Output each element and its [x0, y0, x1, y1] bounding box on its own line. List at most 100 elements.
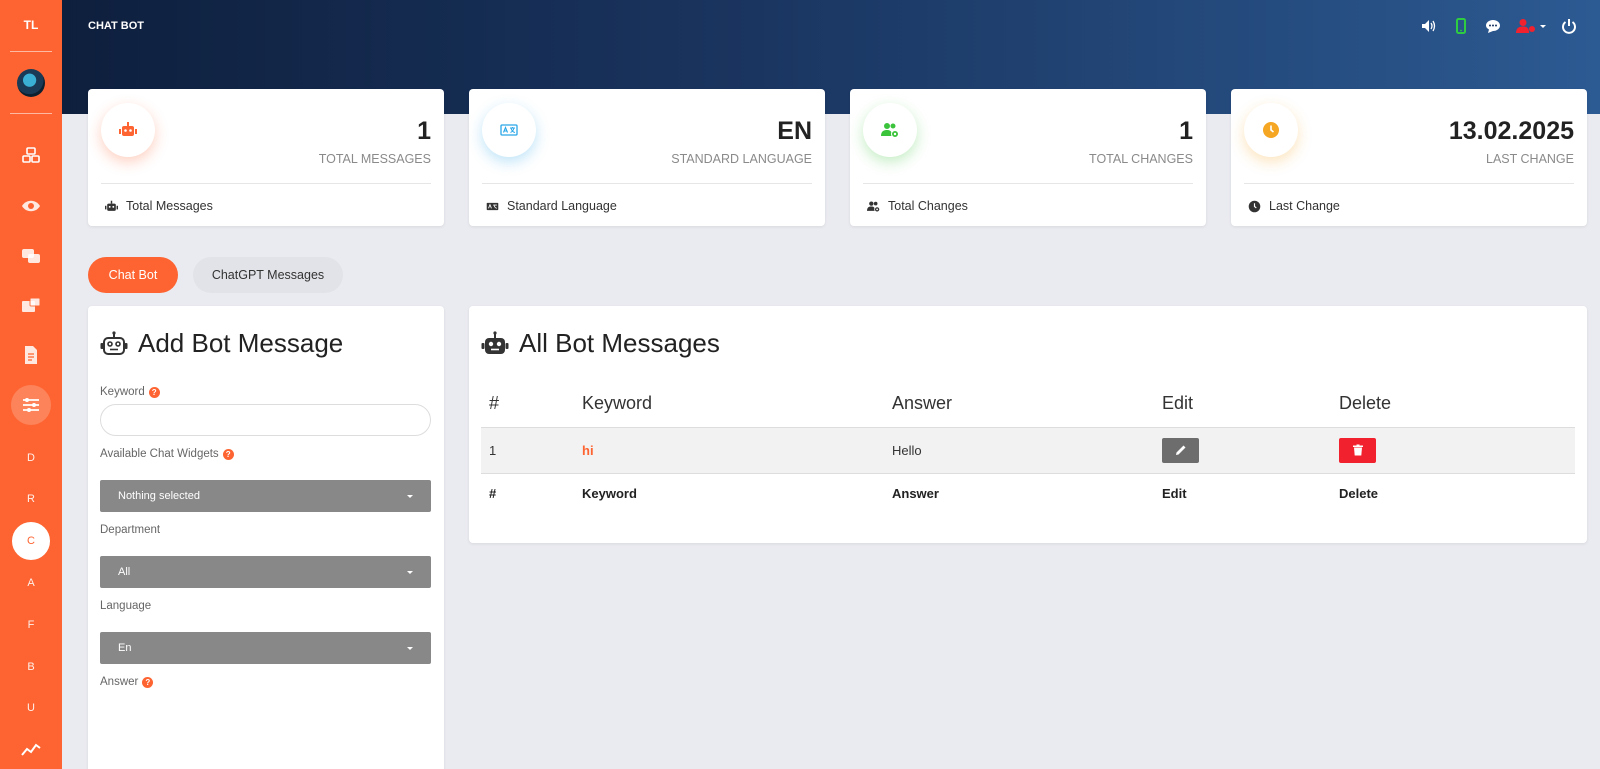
volume-icon — [1422, 20, 1436, 32]
select-value: All — [118, 566, 131, 578]
sidebar-item-settings[interactable] — [11, 385, 51, 425]
sidebar-item-modules[interactable] — [11, 136, 51, 176]
power-icon — [1562, 19, 1576, 34]
stat-card-standard-language: EN STANDARD LANGUAGE Standard Language — [469, 89, 825, 226]
caret-down-icon — [407, 494, 413, 498]
comments-icon — [22, 248, 40, 263]
tab-chatgpt-messages[interactable]: ChatGPT Messages — [193, 257, 343, 293]
sidebar: TL D R C A F B U — [0, 0, 62, 769]
chat-button[interactable] — [1484, 17, 1502, 35]
sidebar-item-chats[interactable] — [11, 236, 51, 276]
column-header-delete[interactable]: Delete — [1331, 381, 1575, 428]
select-value: En — [118, 642, 132, 654]
sidebar-letter-a[interactable]: A — [12, 564, 50, 602]
stat-icon-bubble — [1244, 103, 1298, 157]
edit-button[interactable] — [1162, 437, 1199, 463]
footer-header-delete: Delete — [1339, 485, 1379, 501]
sidebar-item-monitor[interactable] — [11, 186, 51, 226]
user-menu[interactable] — [1516, 18, 1546, 34]
stat-card-last-change: 13.02.2025 LAST CHANGE Last Change — [1231, 89, 1587, 226]
column-header-keyword[interactable]: Keyword — [574, 381, 884, 428]
sidebar-item-tickets[interactable] — [11, 286, 51, 326]
department-label: Department — [100, 524, 161, 536]
sidebar-item-analytics[interactable] — [11, 729, 51, 769]
stat-label: TOTAL MESSAGES — [318, 152, 431, 166]
clock-icon — [1248, 200, 1261, 212]
stat-card-total-changes: 1 TOTAL CHANGES Total Changes — [850, 89, 1206, 226]
stat-footer-label: Total Changes — [888, 199, 968, 213]
stat-label: STANDARD LANGUAGE — [671, 152, 812, 166]
help-icon[interactable]: ? — [142, 676, 154, 688]
mobile-button[interactable] — [1452, 17, 1470, 35]
robot-icon — [100, 330, 128, 355]
sidebar-letter-c[interactable]: C — [12, 522, 50, 561]
stat-footer-label: Total Messages — [126, 199, 213, 213]
add-bot-message-heading: Add Bot Message — [100, 328, 343, 359]
column-header-answer[interactable]: Answer — [884, 381, 1154, 428]
department-select[interactable]: All — [100, 556, 431, 588]
sidebar-letter-b[interactable]: B — [12, 648, 50, 686]
cubes-icon — [22, 147, 40, 163]
sound-button[interactable] — [1420, 17, 1438, 35]
chat-widgets-select[interactable]: Nothing selected — [100, 480, 431, 512]
users-cog-icon — [867, 200, 880, 212]
comment-dots-icon — [1486, 20, 1500, 33]
caret-down-icon — [407, 646, 413, 650]
keyword-input[interactable] — [100, 404, 431, 436]
help-icon[interactable]: ? — [148, 386, 160, 398]
pencil-icon — [1175, 445, 1185, 455]
language-select[interactable]: En — [100, 632, 431, 664]
user-cog-icon — [1516, 19, 1535, 33]
answer-label-text: Answer — [100, 676, 139, 688]
divider — [101, 183, 431, 184]
tab-chat-bot[interactable]: Chat Bot — [88, 257, 178, 293]
stat-card-total-messages: 1 TOTAL MESSAGES Total Messages — [88, 89, 444, 226]
sidebar-letter-r[interactable]: R — [12, 481, 50, 519]
all-bot-messages-heading: All Bot Messages — [481, 328, 720, 359]
stat-footer: Standard Language — [486, 199, 617, 213]
clock-icon — [1263, 122, 1279, 138]
stat-label: LAST CHANGE — [1486, 152, 1574, 166]
row-answer: Hello — [884, 427, 1154, 474]
stat-icon-bubble — [863, 103, 917, 157]
users-cog-icon — [881, 123, 899, 138]
row-number: 1 — [481, 427, 574, 474]
sidebar-letter-d[interactable]: D — [12, 439, 50, 477]
stat-icon-bubble — [482, 103, 536, 157]
divider — [1244, 183, 1574, 184]
column-header-number[interactable]: # — [481, 381, 574, 428]
divider — [863, 183, 1193, 184]
sidebar-item-reports[interactable] — [11, 335, 51, 375]
stat-footer: Total Changes — [867, 199, 968, 213]
add-bot-message-panel: Add Bot Message Keyword ? Available Chat… — [88, 306, 444, 769]
header-toolbar — [1420, 17, 1578, 35]
edit-cell — [1154, 427, 1331, 474]
footer-header-number: # — [489, 485, 497, 501]
stat-footer: Total Messages — [105, 199, 213, 213]
row-keyword: hi — [574, 427, 884, 474]
stat-label: TOTAL CHANGES — [1089, 152, 1193, 166]
footer-header-edit: Edit — [1162, 485, 1187, 501]
widgets-label-text: Available Chat Widgets — [100, 448, 219, 460]
chart-line-icon — [21, 743, 41, 756]
footer-header-keyword: Keyword — [582, 485, 637, 501]
avatar[interactable] — [17, 68, 45, 97]
panel-title-text: Add Bot Message — [138, 328, 344, 358]
language-icon — [486, 202, 499, 210]
answer-label: Answer ? — [100, 676, 154, 688]
footer-header-answer: Answer — [892, 485, 939, 501]
mobile-icon — [1456, 18, 1466, 34]
sidebar-letter-u[interactable]: U — [12, 689, 50, 727]
help-icon[interactable]: ? — [222, 448, 234, 460]
sidebar-letter-f[interactable]: F — [12, 606, 50, 644]
inbox-icon — [22, 297, 41, 313]
logout-button[interactable] — [1560, 17, 1578, 35]
keyword-label: Keyword ? — [100, 386, 160, 398]
avatar-container — [10, 52, 52, 115]
column-header-edit[interactable]: Edit — [1154, 381, 1331, 428]
stat-value: 1 — [417, 117, 431, 145]
logo[interactable]: TL — [10, 0, 52, 52]
language-label: Language — [100, 600, 152, 612]
document-icon — [25, 346, 37, 365]
delete-button[interactable] — [1339, 437, 1376, 463]
